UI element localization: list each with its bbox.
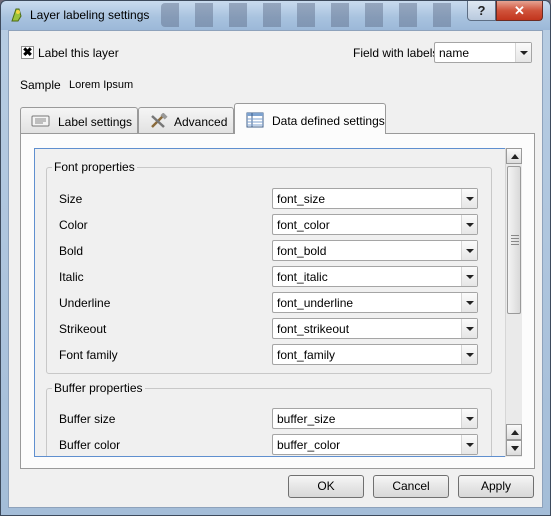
font-color-value: font_color	[277, 218, 330, 232]
buffer-color-row: Buffer color buffer_color	[59, 434, 479, 455]
dialog-body: ✖ Label this layer Field with labels nam…	[8, 30, 543, 508]
font-size-row: Size font_size	[59, 188, 479, 209]
scroll-up-button-lower[interactable]	[506, 424, 522, 440]
font-bold-select[interactable]: font_bold	[272, 240, 478, 261]
chevron-down-icon[interactable]	[461, 319, 477, 338]
font-bold-value: font_bold	[277, 244, 327, 258]
field-with-labels-label: Field with labels	[353, 46, 439, 60]
buffer-size-row: Buffer size buffer_size	[59, 408, 479, 429]
dialog-window: Layer labeling settings ? ✕ ✖ Label this…	[0, 0, 551, 516]
font-color-select[interactable]: font_color	[272, 214, 478, 235]
font-properties-title: Font properties	[52, 160, 137, 174]
window-title: Layer labeling settings	[30, 8, 150, 22]
field-with-labels-value: name	[439, 46, 470, 60]
scroll-down-button[interactable]	[506, 440, 522, 456]
font-italic-row: Italic font_italic	[59, 266, 479, 287]
title-bar[interactable]: Layer labeling settings ? ✕	[1, 1, 550, 30]
scroll-up-button[interactable]	[506, 148, 522, 164]
arrow-down-icon	[511, 446, 519, 451]
font-bold-label: Bold	[59, 244, 84, 258]
font-underline-label: Underline	[59, 296, 111, 310]
font-family-value: font_family	[277, 348, 336, 362]
buffer-properties-title: Buffer properties	[52, 381, 145, 395]
buffer-color-value: buffer_color	[277, 438, 341, 452]
font-family-select[interactable]: font_family	[272, 344, 478, 365]
arrow-up-icon	[511, 430, 519, 435]
chevron-down-icon[interactable]	[461, 409, 477, 428]
font-italic-value: font_italic	[277, 270, 328, 284]
font-color-label: Color	[59, 218, 88, 232]
font-underline-value: font_underline	[277, 296, 354, 310]
buffer-size-value: buffer_size	[277, 412, 336, 426]
tab-label-settings[interactable]: Label settings	[20, 107, 138, 133]
tab-advanced-label: Advanced	[174, 115, 228, 129]
cancel-button[interactable]: Cancel	[373, 475, 449, 498]
chevron-down-icon[interactable]	[461, 241, 477, 260]
arrow-up-icon	[511, 154, 519, 159]
font-strikeout-value: font_strikeout	[277, 322, 350, 336]
field-with-labels-select[interactable]: name	[434, 42, 532, 63]
font-strikeout-select[interactable]: font_strikeout	[272, 318, 478, 339]
label-this-layer-checkbox[interactable]: ✖	[21, 46, 34, 59]
chevron-down-icon[interactable]	[515, 43, 531, 62]
chevron-down-icon[interactable]	[461, 435, 477, 454]
ok-button[interactable]: OK	[288, 475, 364, 498]
font-bold-row: Bold font_bold	[59, 240, 479, 261]
font-properties-group: Font properties Size font_size Color fon…	[46, 160, 492, 374]
font-size-label: Size	[59, 192, 83, 206]
buffer-color-select[interactable]: buffer_color	[272, 434, 478, 455]
tab-label-settings-label: Label settings	[58, 115, 133, 129]
font-size-select[interactable]: font_size	[272, 188, 478, 209]
qgis-icon	[11, 8, 22, 22]
buffer-properties-group: Buffer properties Buffer size buffer_siz…	[46, 381, 492, 456]
label-this-layer-label[interactable]: Label this layer	[38, 46, 119, 60]
background-taskbar-icons	[161, 3, 461, 27]
font-family-row: Font family font_family	[59, 344, 479, 365]
data-defined-settings-pane: Font properties Size font_size Color fon…	[20, 133, 535, 469]
vertical-scrollbar[interactable]	[505, 148, 522, 457]
font-italic-label: Italic	[59, 270, 84, 284]
properties-scroll-area[interactable]: Font properties Size font_size Color fon…	[34, 148, 519, 457]
font-strikeout-label: Strikeout	[59, 322, 107, 336]
buffer-color-label: Buffer color	[59, 438, 121, 452]
scrollbar-thumb[interactable]	[507, 166, 521, 314]
label-settings-icon	[31, 115, 50, 127]
table-icon	[246, 112, 264, 128]
buffer-size-label: Buffer size	[59, 412, 116, 426]
font-italic-select[interactable]: font_italic	[272, 266, 478, 287]
tab-advanced[interactable]: Advanced	[138, 107, 234, 133]
font-underline-select[interactable]: font_underline	[272, 292, 478, 313]
tab-data-defined-settings[interactable]: Data defined settings	[234, 103, 386, 134]
chevron-down-icon[interactable]	[461, 189, 477, 208]
chevron-down-icon[interactable]	[461, 293, 477, 312]
close-button[interactable]: ✕	[496, 1, 543, 21]
chevron-down-icon[interactable]	[461, 345, 477, 364]
chevron-down-icon[interactable]	[461, 215, 477, 234]
help-button[interactable]: ?	[467, 1, 496, 21]
font-color-row: Color font_color	[59, 214, 479, 235]
tab-data-defined-settings-label: Data defined settings	[272, 114, 385, 128]
grip-icon	[511, 235, 519, 247]
font-family-label: Font family	[59, 348, 118, 362]
sample-label: Sample	[20, 78, 61, 92]
font-strikeout-row: Strikeout font_strikeout	[59, 318, 479, 339]
apply-button[interactable]: Apply	[458, 475, 534, 498]
tools-icon	[151, 113, 168, 128]
sample-preview: Lorem Ipsum	[69, 79, 134, 91]
buffer-size-select[interactable]: buffer_size	[272, 408, 478, 429]
font-underline-row: Underline font_underline	[59, 292, 479, 313]
font-size-value: font_size	[277, 192, 326, 206]
chevron-down-icon[interactable]	[461, 267, 477, 286]
